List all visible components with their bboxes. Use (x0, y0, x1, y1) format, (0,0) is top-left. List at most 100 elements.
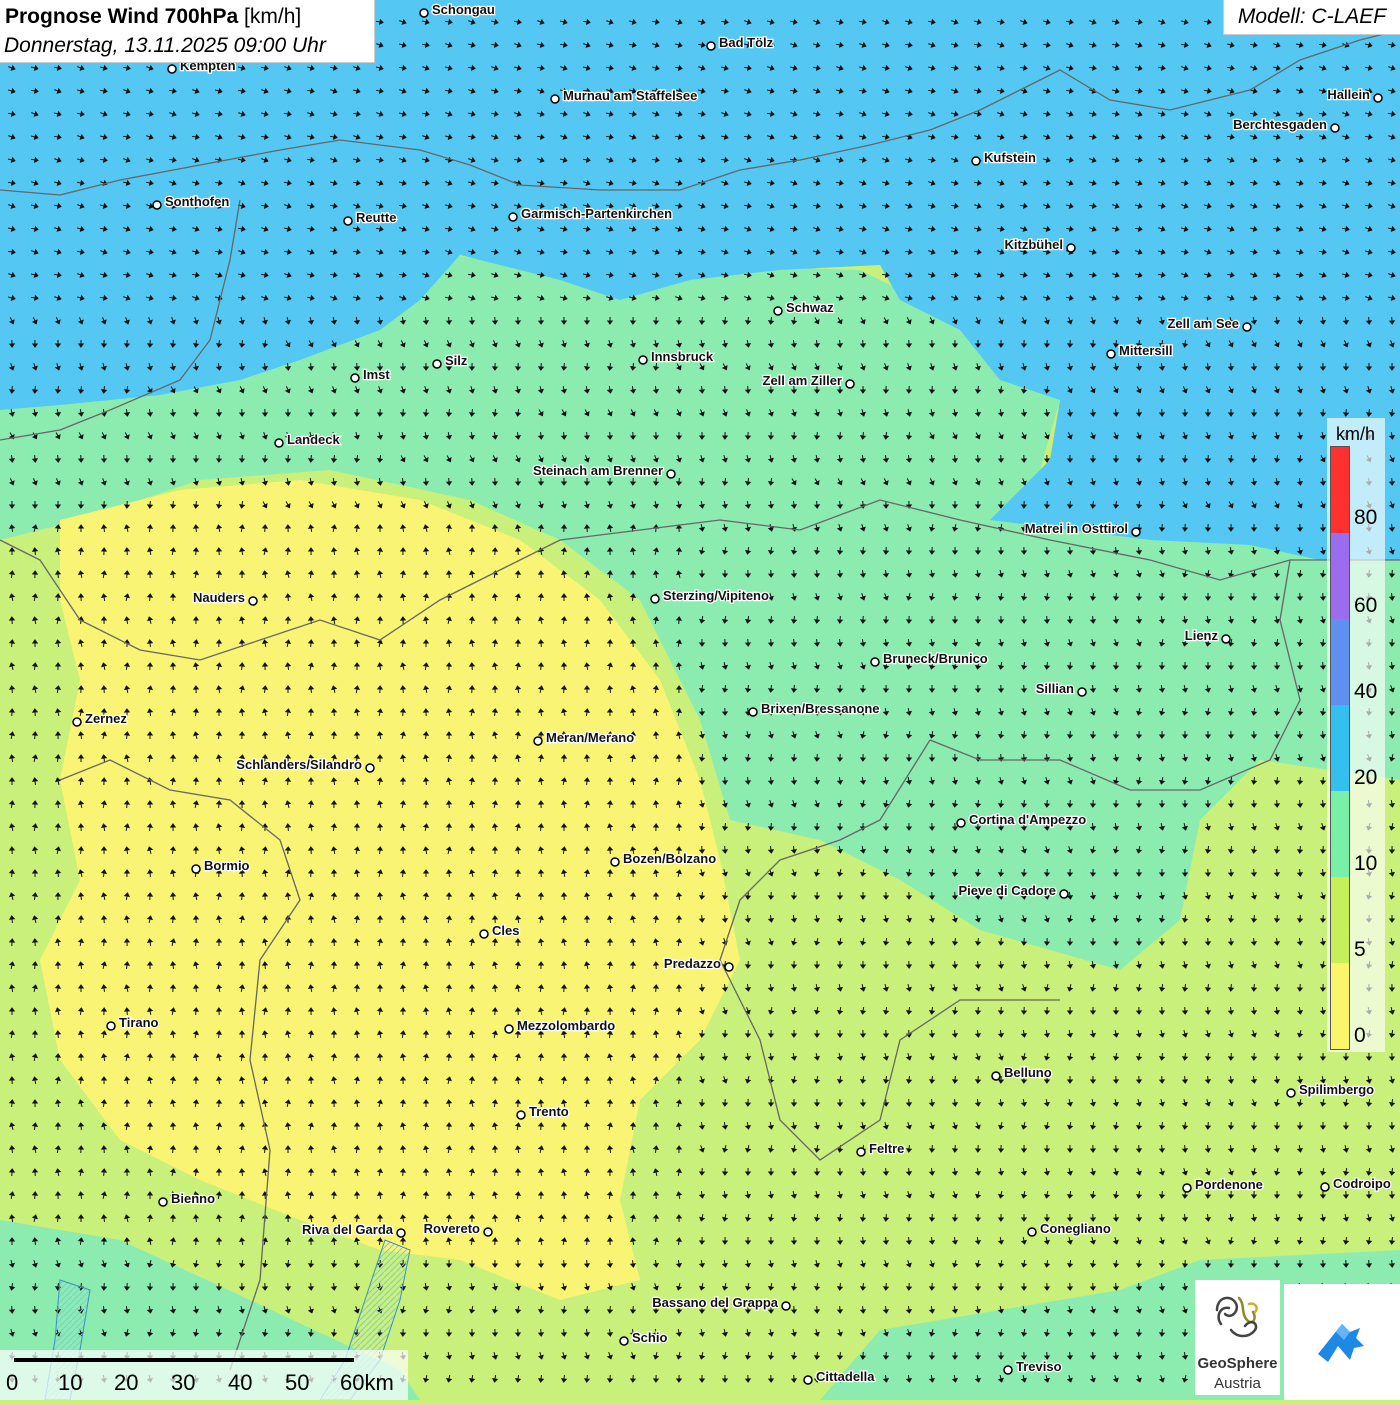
wind-map: SchongauBad TölzKemptenMurnau am Staffel… (0, 0, 1400, 1400)
city-marker: Meran/Merano (533, 729, 635, 746)
city-dot (706, 41, 716, 51)
city-label: Trento (529, 1104, 569, 1119)
city-label: Schlanders/Silandro (236, 757, 362, 772)
city-dot (1373, 93, 1383, 103)
city-dot (365, 763, 375, 773)
city-dot (432, 359, 442, 369)
city-dot (167, 64, 177, 74)
city-dot (1003, 1365, 1013, 1375)
city-label: Codroipo (1333, 1176, 1391, 1191)
legend-label-40: 40 (1354, 680, 1378, 703)
city-dot (724, 962, 734, 972)
city-label: Kufstein (984, 150, 1036, 165)
city-dot (956, 818, 966, 828)
legend-label-60: 60 (1354, 594, 1378, 617)
city-dot (248, 596, 258, 606)
scale-label: 30 (171, 1370, 196, 1395)
city-label: Cles (492, 923, 519, 938)
scale-bar: 0 10 20 30 40 50 60km (0, 1350, 408, 1400)
geosphere-emblem-icon (1215, 1296, 1258, 1338)
city-dot (781, 1301, 791, 1311)
legend-label-80: 80 (1354, 506, 1378, 529)
city-label: Sonthofen (165, 194, 229, 209)
city-dot (1320, 1182, 1330, 1192)
city-label: Bienno (171, 1191, 215, 1206)
city-label: Cortina d'Ampezzo (969, 812, 1086, 827)
city-dot (274, 438, 284, 448)
city-label: Pordenone (1195, 1177, 1263, 1192)
city-dot (638, 355, 648, 365)
city-label: Conegliano (1040, 1221, 1111, 1236)
legend-label-5: 5 (1354, 938, 1366, 961)
city-dot (991, 1071, 1001, 1081)
city-label: Tirano (119, 1015, 159, 1030)
legend-swatch-40 (1331, 619, 1349, 705)
city-marker: Conegliano (1027, 1220, 1112, 1237)
city-marker: Steinach am Brenner (532, 462, 676, 479)
city-marker: Schlanders/Silandro (235, 756, 375, 773)
city-marker: Innsbruck (638, 348, 715, 365)
legend-label-0: 0 (1354, 1024, 1366, 1047)
city-marker: Murnau am Staffelsee (550, 87, 699, 104)
city-marker: Pieve di Cadore (957, 882, 1069, 899)
city-marker: Matrei in Osttirol (1023, 520, 1141, 537)
legend-swatch-5 (1331, 877, 1349, 963)
city-label: Hallein (1327, 87, 1370, 102)
city-label: Predazzo (664, 956, 721, 971)
city-dot (1027, 1227, 1037, 1237)
city-label: Nauders (193, 590, 245, 605)
city-dot (1066, 243, 1076, 253)
city-dot (619, 1336, 629, 1346)
city-dot (479, 929, 489, 939)
city-label: Bozen/Bolzano (623, 851, 716, 866)
city-label: Bad Tölz (719, 35, 774, 50)
legend-swatch-80 (1331, 447, 1349, 533)
city-dot (1131, 527, 1141, 537)
legend-label-10: 10 (1354, 852, 1378, 875)
legend-label-20: 20 (1354, 766, 1378, 789)
geosphere-logo[interactable]: GeoSphere Austria (1195, 1280, 1280, 1395)
city-label: Zell am See (1167, 316, 1239, 331)
city-label: Zell am Ziller (763, 373, 842, 388)
city-dot (191, 864, 201, 874)
scale-line (14, 1358, 354, 1362)
city-dot (1182, 1183, 1192, 1193)
scale-label: 0 (6, 1370, 19, 1395)
city-marker: Brixen/Bressanone (748, 700, 881, 717)
city-label: Schongau (432, 2, 495, 17)
scale-label: 10 (58, 1370, 83, 1395)
city-label: Schwaz (786, 300, 834, 315)
city-label: Meran/Merano (546, 730, 634, 745)
city-marker: Spilimbergo (1286, 1081, 1375, 1098)
scale-label: 60km (340, 1370, 394, 1395)
city-dot (1059, 889, 1069, 899)
city-dot (158, 1197, 168, 1207)
city-label: Pieve di Cadore (958, 883, 1056, 898)
city-dot (1221, 634, 1231, 644)
app-logo[interactable] (1284, 1284, 1400, 1400)
title-panel: Prognose Wind 700hPa [km/h] Donnerstag, … (0, 0, 375, 63)
legend-swatch-60 (1331, 533, 1349, 619)
city-label: Cittadella (816, 1369, 875, 1384)
city-label: Bormio (204, 858, 250, 873)
legend-swatch-0 (1331, 963, 1349, 1049)
city-dot (1242, 322, 1252, 332)
city-label: Belluno (1004, 1065, 1052, 1080)
city-dot (72, 717, 82, 727)
city-dot (106, 1021, 116, 1031)
color-legend: km/h 80 60 40 20 10 5 0 (1327, 418, 1385, 1052)
city-label: Bruneck/Brunico (883, 651, 988, 666)
city-marker: Schongau (419, 1, 496, 18)
city-dot (533, 736, 543, 746)
city-marker: Cortina d'Ampezzo (956, 811, 1088, 828)
city-dot (1330, 123, 1340, 133)
city-dot (845, 379, 855, 389)
model-label: Modell: C-LAEF (1223, 0, 1400, 35)
city-label: Zernez (85, 711, 127, 726)
scale-label: 40 (228, 1370, 253, 1395)
city-dot (971, 156, 981, 166)
city-marker: Pordenone (1182, 1176, 1264, 1193)
city-label: Mezzolombardo (517, 1018, 615, 1033)
city-dot (350, 373, 360, 383)
city-dot (610, 857, 620, 867)
